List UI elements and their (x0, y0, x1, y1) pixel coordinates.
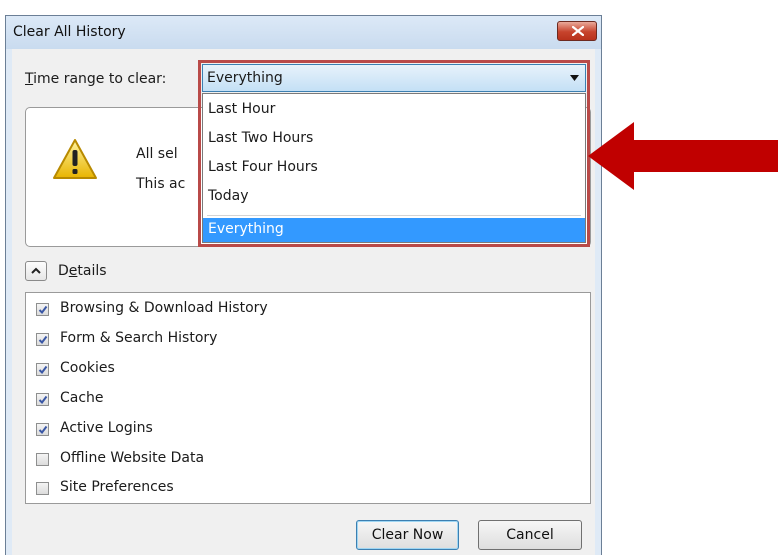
details-label[interactable]: Details (58, 263, 107, 279)
warning-text-line2: This ac (136, 176, 186, 192)
list-item[interactable]: Active Logins (26, 417, 590, 443)
checkbox-form-search-history[interactable] (36, 333, 49, 346)
option-last-two-hours[interactable]: Last Two Hours (203, 125, 585, 153)
option-last-four-hours[interactable]: Last Four Hours (203, 154, 585, 182)
list-item[interactable]: Cache (26, 387, 590, 413)
checkmark-icon (38, 425, 48, 435)
option-everything[interactable]: Everything (203, 218, 585, 242)
item-label: Cookies (60, 360, 115, 376)
checkbox-cookies[interactable] (36, 363, 49, 376)
time-range-label: Time range to clear: (25, 71, 167, 87)
warning-icon (53, 139, 97, 179)
close-button[interactable] (557, 21, 597, 41)
chevron-up-icon (31, 267, 41, 274)
red-arrow-icon (588, 122, 778, 190)
list-item[interactable]: Browsing & Download History (26, 297, 590, 323)
cancel-button[interactable]: Cancel (478, 520, 582, 550)
option-today[interactable]: Today (203, 183, 585, 211)
checkbox-browsing-history[interactable] (36, 303, 49, 316)
checkmark-icon (38, 305, 48, 315)
checkmark-icon (38, 365, 48, 375)
list-item[interactable]: Offline Website Data (26, 447, 590, 473)
history-items-list: Browsing & Download History Form & Searc… (25, 292, 591, 504)
list-item[interactable]: Cookies (26, 357, 590, 383)
selected-value: Everything (207, 70, 283, 86)
option-last-hour[interactable]: Last Hour (203, 96, 585, 124)
checkbox-active-logins[interactable] (36, 423, 49, 436)
checkbox-offline-website-data[interactable] (36, 453, 49, 466)
list-item[interactable]: Site Preferences (26, 476, 590, 502)
item-label: Browsing & Download History (60, 300, 268, 316)
item-label: Offline Website Data (60, 450, 205, 466)
time-range-select[interactable]: Everything (202, 64, 586, 92)
warning-text-line1: All sel (136, 146, 178, 162)
list-item[interactable]: Form & Search History (26, 327, 590, 353)
options-separator (207, 215, 581, 216)
clear-now-button[interactable]: Clear Now (356, 520, 459, 550)
window-title: Clear All History (13, 24, 126, 40)
dropdown-arrow-icon (570, 75, 579, 81)
title-bar: Clear All History (6, 16, 601, 49)
checkmark-icon (38, 395, 48, 405)
screenshot-canvas: Clear All History Time range to clear: A… (0, 0, 779, 555)
close-icon (572, 26, 584, 36)
time-range-options: Last Hour Last Two Hours Last Four Hours… (202, 93, 586, 243)
item-label: Active Logins (60, 420, 153, 436)
item-label: Form & Search History (60, 330, 218, 346)
checkmark-icon (38, 335, 48, 345)
checkbox-cache[interactable] (36, 393, 49, 406)
details-toggle-button[interactable] (25, 261, 47, 281)
item-label: Cache (60, 390, 104, 406)
checkbox-site-preferences[interactable] (36, 482, 49, 495)
item-label: Site Preferences (60, 479, 174, 495)
